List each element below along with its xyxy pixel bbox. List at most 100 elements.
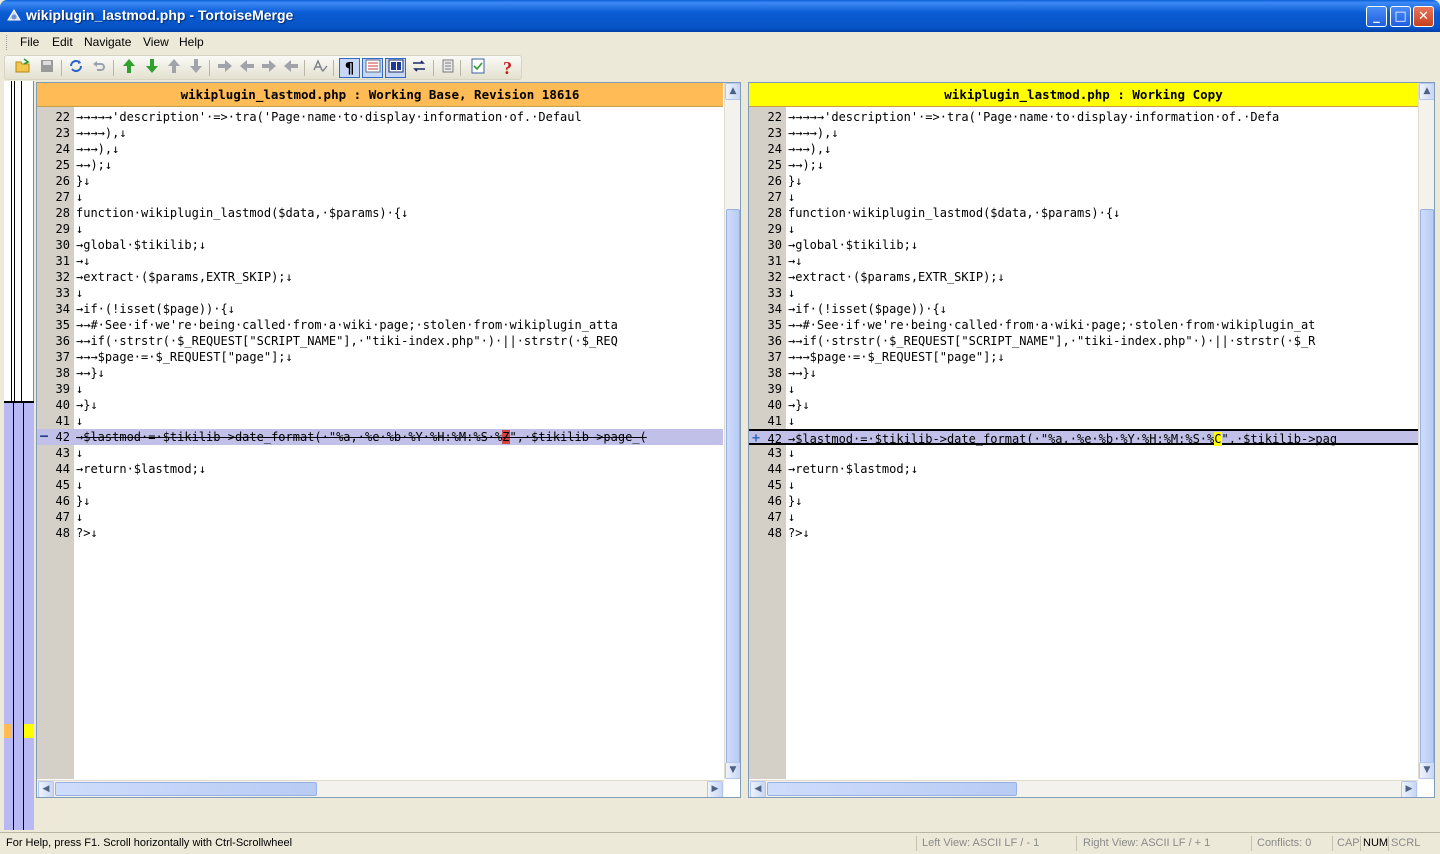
undo-icon[interactable] — [88, 58, 109, 78]
code-line[interactable]: 41 ↓ — [37, 413, 723, 429]
reload-icon[interactable] — [65, 58, 86, 78]
open-icon[interactable] — [12, 58, 33, 78]
menu-help[interactable]: Help — [179, 35, 204, 49]
code-line[interactable]: 48 ?>↓ — [749, 525, 1418, 541]
maximize-button[interactable]: □ — [1390, 6, 1411, 27]
code-line[interactable]: 45 ↓ — [37, 477, 723, 493]
patch-list-icon[interactable] — [467, 58, 488, 78]
left-horizontal-scroll-thumb[interactable] — [55, 782, 317, 796]
code-line[interactable]: 37 →→→$page·=·$_REQUEST["page"];↓ — [749, 349, 1418, 365]
inline-diff-icon[interactable] — [362, 58, 383, 78]
code-line[interactable]: 27 ↓ — [37, 189, 723, 205]
code-line[interactable]: 28 function·wikiplugin_lastmod($data,·$pa… — [749, 205, 1418, 221]
left-changed-line[interactable]: 42— →$lastmod·=·$tikilib->date_format(·"%… — [37, 429, 723, 445]
next-conflict-icon[interactable] — [214, 58, 235, 78]
right-horizontal-scrollbar[interactable]: ◀ ▶ — [749, 780, 1418, 797]
right-vertical-scroll-thumb[interactable] — [1420, 209, 1434, 765]
code-line[interactable]: 40 →}↓ — [37, 397, 723, 413]
code-line[interactable]: 38 →→}↓ — [37, 365, 723, 381]
left-vertical-scrollbar[interactable]: ▲ ▼ — [724, 83, 740, 779]
code-line[interactable]: 31 →↓ — [749, 253, 1418, 269]
previous-inline-diff-icon[interactable] — [280, 58, 301, 78]
right-scroll-left-button[interactable]: ◀ — [750, 781, 766, 797]
code-line[interactable]: 28 function·wikiplugin_lastmod($data,·$pa… — [37, 205, 723, 221]
previous-difference-icon[interactable] — [141, 58, 162, 78]
left-scroll-right-button[interactable]: ▶ — [707, 781, 723, 797]
code-line[interactable]: 45 ↓ — [749, 477, 1418, 493]
code-line[interactable]: 44 →return·$lastmod;↓ — [749, 461, 1418, 477]
right-scroll-right-button[interactable]: ▶ — [1401, 781, 1417, 797]
help-icon[interactable]: ? — [497, 58, 518, 78]
code-line[interactable]: 31 →↓ — [37, 253, 723, 269]
code-line[interactable]: 22 →→→→→'description'·=>·tra('Page·name·t… — [749, 109, 1418, 125]
code-line[interactable]: 41 ↓ — [749, 413, 1418, 429]
code-line[interactable]: 23 →→→→),↓ — [37, 125, 723, 141]
code-line[interactable]: 33 ↓ — [749, 285, 1418, 301]
menu-navigate[interactable]: Navigate — [84, 35, 131, 49]
right-vertical-scrollbar[interactable]: ▲ ▼ — [1418, 83, 1434, 779]
menu-grip[interactable] — [6, 35, 9, 50]
first-difference-icon[interactable] — [163, 58, 184, 78]
code-line[interactable]: 27 ↓ — [749, 189, 1418, 205]
code-line[interactable]: 30 →global·$tikilib;↓ — [37, 237, 723, 253]
code-line[interactable]: 26}↓ — [749, 173, 1418, 189]
code-line[interactable]: 24 →→→),↓ — [749, 141, 1418, 157]
left-vertical-scroll-thumb[interactable] — [726, 209, 740, 765]
code-line[interactable]: 40 →}↓ — [749, 397, 1418, 413]
left-horizontal-scrollbar[interactable]: ◀ ▶ — [37, 780, 724, 797]
one-pane-view-icon[interactable] — [385, 58, 406, 78]
left-scroll-up-button[interactable]: ▲ — [725, 83, 740, 100]
last-difference-icon[interactable] — [185, 58, 206, 78]
left-scroll-down-button[interactable]: ▼ — [725, 762, 740, 779]
right-horizontal-scroll-thumb[interactable] — [767, 782, 1017, 796]
code-line[interactable]: 25 →→);↓ — [37, 157, 723, 173]
close-button[interactable]: ✕ — [1413, 6, 1434, 27]
right-diff-pane[interactable]: wikiplugin_lastmod.php : Working Copy 22… — [748, 82, 1435, 798]
code-line[interactable]: 39 ↓ — [37, 381, 723, 397]
save-icon[interactable] — [36, 58, 57, 78]
code-line[interactable]: 34 →if·(!isset($page))·{↓ — [37, 301, 723, 317]
spellcheck-icon[interactable] — [309, 58, 330, 78]
next-difference-icon[interactable] — [118, 58, 139, 78]
code-line[interactable]: 23 →→→→),↓ — [749, 125, 1418, 141]
code-line[interactable]: 35 →→#·See·if·we're·being·called·from·a·w… — [37, 317, 723, 333]
location-pane[interactable] — [4, 81, 34, 830]
code-line[interactable]: 36 →→if(·strstr(·$_REQUEST["SCRIPT_NAME"]… — [749, 333, 1418, 349]
code-line[interactable]: 29 ↓ — [37, 221, 723, 237]
minimize-button[interactable]: _ — [1366, 6, 1387, 27]
left-diff-pane[interactable]: wikiplugin_lastmod.php : Working Base, R… — [36, 82, 741, 798]
next-inline-diff-icon[interactable] — [258, 58, 279, 78]
code-line[interactable]: 33 ↓ — [37, 285, 723, 301]
menu-view[interactable]: View — [143, 35, 169, 49]
code-line[interactable]: 47 ↓ — [37, 509, 723, 525]
previous-conflict-icon[interactable] — [236, 58, 257, 78]
right-scroll-up-button[interactable]: ▲ — [1419, 83, 1434, 100]
code-line[interactable]: 24 →→→),↓ — [37, 141, 723, 157]
code-line[interactable]: 38 →→}↓ — [749, 365, 1418, 381]
code-line[interactable]: 29 ↓ — [749, 221, 1418, 237]
code-line[interactable]: 30 →global·$tikilib;↓ — [749, 237, 1418, 253]
code-line[interactable]: 43 ↓ — [37, 445, 723, 461]
whitespace-icon[interactable]: ¶ — [339, 58, 360, 78]
code-line[interactable]: 36 →→if(·strstr(·$_REQUEST["SCRIPT_NAME"]… — [37, 333, 723, 349]
menu-edit[interactable]: Edit — [52, 35, 73, 49]
code-line[interactable]: 44 →return·$lastmod;↓ — [37, 461, 723, 477]
code-line[interactable]: 46}↓ — [749, 493, 1418, 509]
swap-views-icon[interactable] — [408, 58, 429, 78]
code-line[interactable]: 26}↓ — [37, 173, 723, 189]
right-changed-line[interactable]: 42 + →$lastmod·=·$tikilib->date_format(·"%… — [749, 429, 1418, 446]
code-line[interactable]: 43 ↓ — [749, 445, 1418, 461]
code-line[interactable]: 22 →→→→→'description'·=>·tra('Page·name·t… — [37, 109, 723, 125]
code-line[interactable]: 35 →→#·See·if·we're·being·called·from·a·w… — [749, 317, 1418, 333]
left-scroll-left-button[interactable]: ◀ — [38, 781, 54, 797]
code-line[interactable]: 25 →→);↓ — [749, 157, 1418, 173]
code-line[interactable]: 32 →extract·($params,EXTR_SKIP);↓ — [37, 269, 723, 285]
code-line[interactable]: 46}↓ — [37, 493, 723, 509]
tortoisemerge-app-icon[interactable] — [6, 8, 22, 24]
code-line[interactable]: 37 →→→$page·=·$_REQUEST["page"];↓ — [37, 349, 723, 365]
code-line[interactable]: 32 →extract·($params,EXTR_SKIP);↓ — [749, 269, 1418, 285]
code-line[interactable]: 47 ↓ — [749, 509, 1418, 525]
settings-icon[interactable] — [437, 58, 458, 78]
code-line[interactable]: 34 →if·(!isset($page))·{↓ — [749, 301, 1418, 317]
code-line[interactable]: 48 ?>↓ — [37, 525, 723, 541]
